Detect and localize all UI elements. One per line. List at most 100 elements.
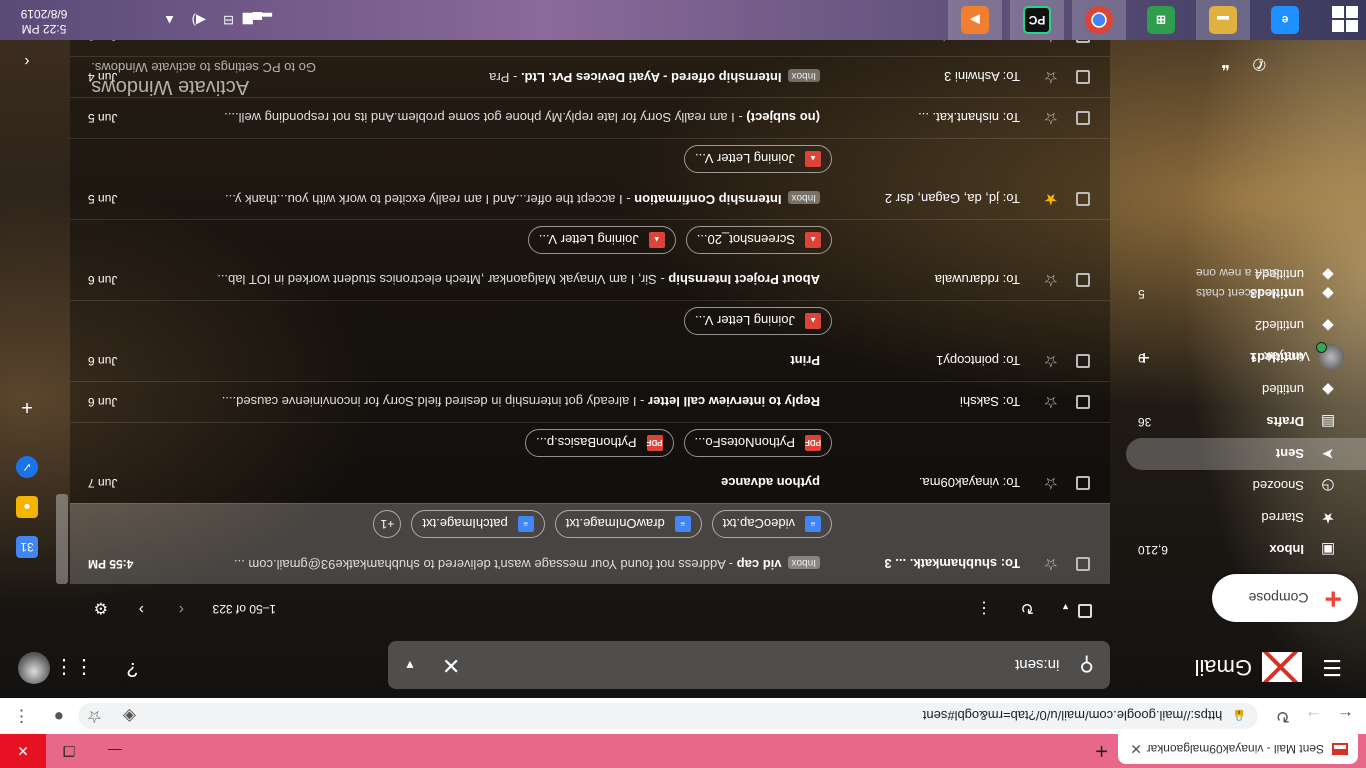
inbox-label-chip[interactable]: Inbox bbox=[787, 556, 820, 569]
email-row-main[interactable]: ☆ To: pointcopy1 Print Jun 6 bbox=[70, 341, 1110, 381]
clear-search-icon[interactable]: ✕ bbox=[442, 652, 460, 678]
pycharm-icon[interactable]: PC bbox=[1010, 0, 1064, 40]
star-icon[interactable]: ☆ bbox=[1038, 392, 1058, 412]
sidebar-item-drafts[interactable]: ▤ Drafts 36 bbox=[1126, 406, 1366, 438]
attachment-chip[interactable]: ≡ drawOnImage.txt bbox=[554, 510, 702, 538]
close-window-button[interactable]: ✕ bbox=[0, 734, 46, 768]
more-attachments-chip[interactable]: +1 bbox=[373, 510, 402, 538]
email-row[interactable]: ☆ To: Sakshi Reply to interview call lette… bbox=[70, 381, 1110, 422]
sidebar-item-starred[interactable]: ★ Starred bbox=[1126, 502, 1366, 534]
sidebar-item-untitled2[interactable]: ◆ untitled2 bbox=[1126, 310, 1366, 342]
star-icon[interactable]: ☆ bbox=[1038, 67, 1058, 87]
browser-tab[interactable]: Sent Mail - vinayak09malgaonkar ✕ bbox=[1118, 734, 1358, 764]
restore-button[interactable]: ❐ bbox=[46, 734, 92, 768]
older-page-icon[interactable]: › bbox=[139, 600, 144, 618]
attachment-chip[interactable]: ▲ Screenshot_20... bbox=[685, 226, 832, 254]
row-checkbox[interactable] bbox=[1076, 273, 1090, 287]
profile-icon[interactable]: ● bbox=[54, 706, 64, 726]
get-addons-icon[interactable]: + bbox=[16, 396, 38, 419]
inbox-label-chip[interactable]: Inbox bbox=[787, 191, 820, 204]
sidebar-item-snoozed[interactable]: ◷ Snoozed bbox=[1126, 470, 1366, 502]
calendar-icon[interactable]: 31 bbox=[16, 536, 38, 558]
row-checkbox[interactable] bbox=[1076, 70, 1090, 84]
search-options-icon[interactable]: ▼ bbox=[404, 658, 416, 672]
more-options-icon[interactable]: ⋮ bbox=[976, 598, 992, 618]
email-row-main[interactable]: ☆ To: vinayak09ma. python advance Jun 7 bbox=[70, 463, 1110, 503]
email-row[interactable]: ★ To: jd, da, Gagan, dsr 2 Inbox Internship… bbox=[70, 138, 1110, 219]
forward-icon[interactable]: → bbox=[1305, 706, 1322, 726]
attachment-chip[interactable]: ▲ Joining Letter V... bbox=[684, 145, 832, 173]
row-checkbox[interactable] bbox=[1076, 557, 1090, 571]
keep-icon[interactable]: ● bbox=[16, 496, 38, 518]
address-bar[interactable]: 🔒 https://mail.google.com/mail/u/0/?tab=… bbox=[78, 703, 1258, 729]
extension-icon[interactable]: ◈ bbox=[123, 706, 136, 726]
windows-start-icon[interactable] bbox=[1332, 6, 1358, 32]
newer-page-icon[interactable]: ‹ bbox=[179, 600, 184, 618]
inbox-label-chip[interactable]: Inbox bbox=[787, 69, 820, 82]
attachment-chip[interactable]: PDF PythonNotesFo... bbox=[683, 429, 832, 457]
select-all-checkbox[interactable] bbox=[1078, 599, 1092, 618]
email-row[interactable]: ☆ To: pointcopy1 Print Jun 6 ▲ Joining Letter… bbox=[70, 300, 1110, 381]
tasks-icon[interactable]: ✓ bbox=[16, 456, 38, 478]
side-panel-toggle-icon[interactable]: ‹ bbox=[16, 50, 38, 72]
row-checkbox[interactable] bbox=[1076, 395, 1090, 409]
email-row[interactable]: ☆ To: shubhamkatk. ... 3 Inbox vid cap - Ad… bbox=[70, 503, 1110, 584]
back-icon[interactable]: ← bbox=[1337, 706, 1354, 726]
search-icon[interactable]: ⚲ bbox=[1079, 653, 1094, 678]
minimize-button[interactable]: — bbox=[92, 734, 138, 768]
account-avatar[interactable] bbox=[18, 652, 50, 684]
star-icon[interactable]: ☆ bbox=[1038, 473, 1058, 493]
email-row-main[interactable]: ☆ To: rddaruwala About Project Internship … bbox=[70, 260, 1110, 300]
media-player-icon[interactable]: ▶ bbox=[948, 0, 1002, 40]
store-icon[interactable]: ⊞ bbox=[1134, 0, 1188, 40]
attachment-chip[interactable]: PDF PythonBasics.p... bbox=[525, 429, 674, 457]
email-row-main[interactable]: ☆ To: nishant.kat. ... (no subject) - I am… bbox=[70, 98, 1110, 138]
email-row-main[interactable]: ★ To: jd, da, Gagan, dsr 2 Inbox Internship… bbox=[70, 179, 1110, 219]
scrollbar[interactable] bbox=[56, 494, 68, 584]
tray-signal-icon[interactable]: ▂▄▆ bbox=[243, 12, 272, 28]
email-row[interactable]: ☆ To: rddaruwala About Project Internship … bbox=[70, 219, 1110, 300]
sidebar-item-inbox[interactable]: ▣ Inbox 6,210 bbox=[1126, 534, 1366, 566]
tray-overflow-icon[interactable]: ▲ bbox=[163, 13, 176, 28]
compose-button[interactable]: + Compose bbox=[1212, 574, 1358, 622]
email-row-main[interactable]: ☆ To: Sakshi Reply to interview call lette… bbox=[70, 382, 1110, 422]
bookmark-star-icon[interactable]: ☆ bbox=[87, 706, 102, 726]
attachment-chip[interactable]: ≡ patchImage.txt bbox=[411, 510, 545, 538]
email-row[interactable]: ☆ To: nishant.kat. ... (no subject) - I am… bbox=[70, 97, 1110, 138]
phone-icon[interactable]: ✆ bbox=[1253, 54, 1266, 74]
support-icon[interactable]: ? bbox=[127, 657, 138, 680]
chrome-menu-icon[interactable]: ⋮ bbox=[13, 706, 30, 726]
chrome-icon[interactable] bbox=[1072, 0, 1126, 40]
file-explorer-icon[interactable]: ▬ bbox=[1196, 0, 1250, 40]
tray-volume-icon[interactable]: ◀) bbox=[192, 12, 206, 28]
reload-icon[interactable]: ↻ bbox=[1276, 706, 1290, 726]
search-input[interactable]: in:sent bbox=[460, 657, 1059, 674]
star-icon[interactable]: ☆ bbox=[1038, 351, 1058, 371]
star-icon[interactable]: ☆ bbox=[1038, 270, 1058, 290]
row-checkbox[interactable] bbox=[1076, 192, 1090, 206]
star-icon[interactable]: ☆ bbox=[1038, 108, 1058, 128]
star-icon[interactable]: ☆ bbox=[1038, 554, 1058, 574]
hangouts-icon[interactable]: ❝ bbox=[1221, 54, 1230, 74]
taskbar-clock[interactable]: 5:22 PM 6/8/2019 bbox=[12, 6, 76, 36]
new-chat-icon[interactable]: + bbox=[1138, 345, 1150, 368]
email-row[interactable]: ☆ To: vinayak09ma. python advance Jun 7 PDF P… bbox=[70, 422, 1110, 503]
attachment-chip[interactable]: ▲ Joining Letter V... bbox=[684, 307, 832, 335]
main-menu-icon[interactable]: ☰ bbox=[1320, 654, 1342, 680]
sidebar-item-untitled[interactable]: ◆ untitled bbox=[1126, 374, 1366, 406]
settings-gear-icon[interactable]: ⚙ bbox=[94, 598, 108, 618]
star-icon[interactable]: ★ bbox=[1038, 189, 1058, 209]
new-tab-button[interactable]: + bbox=[1095, 739, 1108, 764]
search-bar[interactable]: ⚲ in:sent ✕ ▼ bbox=[388, 641, 1110, 689]
hangouts-user[interactable]: Vinayak ▼ bbox=[1249, 344, 1344, 370]
tray-network-icon[interactable]: ⊟ bbox=[223, 12, 234, 28]
close-tab-icon[interactable]: ✕ bbox=[1128, 741, 1142, 758]
select-menu-chevron-icon[interactable]: ▼ bbox=[1061, 602, 1070, 612]
attachment-chip[interactable]: ≡ videoCap.txt bbox=[711, 510, 832, 538]
email-row-main[interactable]: ☆ To: shubhamkatk. ... 3 Inbox vid cap - Ad… bbox=[70, 544, 1110, 584]
row-checkbox[interactable] bbox=[1076, 111, 1090, 125]
sidebar-item-sent[interactable]: ➤ Sent bbox=[1126, 438, 1366, 470]
ie-icon[interactable]: e bbox=[1258, 0, 1312, 40]
attachment-chip[interactable]: ▲ Joining Letter V... bbox=[527, 226, 676, 254]
row-checkbox[interactable] bbox=[1076, 354, 1090, 368]
